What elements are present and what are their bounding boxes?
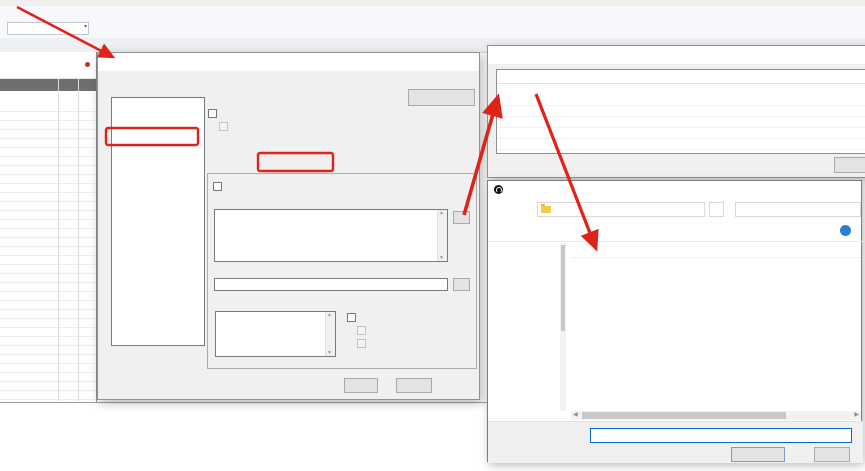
add-include-titlebar[interactable] <box>488 181 861 198</box>
category-list <box>111 97 205 346</box>
preprocessor-output-checkbox[interactable] <box>347 313 359 322</box>
navigation-sidebar <box>488 243 560 412</box>
scrollbar-thumb[interactable] <box>561 245 565 331</box>
file-list <box>571 243 861 411</box>
cancel-button[interactable] <box>396 378 432 393</box>
select-folder-button[interactable] <box>731 447 785 462</box>
workspace-tree-grid[interactable] <box>0 103 95 401</box>
include-directory-list <box>496 69 865 154</box>
grid-divider <box>78 79 79 401</box>
cancel-button[interactable] <box>814 447 850 462</box>
breakpoint-dot-icon <box>85 62 90 67</box>
horizontal-scrollbar[interactable]: ◀ ▶ <box>571 411 861 420</box>
click-to-add-row[interactable] <box>497 84 865 95</box>
refresh-icon[interactable] <box>709 202 724 217</box>
scrollbar-thumb[interactable] <box>582 412 786 419</box>
scroll-right-icon[interactable]: ▶ <box>854 412 859 419</box>
workspace-config-header[interactable] <box>0 79 96 91</box>
checkbox-icon <box>213 182 222 191</box>
edit-include-titlebar[interactable] <box>488 46 865 64</box>
add-include-dialog: ◀ ▶ <box>487 180 862 462</box>
find-combobox[interactable]: ▾ <box>7 22 89 35</box>
checkbox-icon <box>219 122 228 131</box>
defined-symbols-textarea[interactable]: ▲▼ <box>215 311 336 357</box>
folder-icon <box>541 206 551 213</box>
checkbox-icon <box>357 339 366 348</box>
grid-divider <box>58 79 59 401</box>
main-toolbar: ▾ <box>0 19 865 39</box>
preprocessor-tab-page: ▲▼ ▲▼ <box>207 173 477 369</box>
dialog-footer <box>488 421 863 463</box>
preserve-comments-checkbox <box>357 326 369 335</box>
workspace-pane <box>0 52 97 402</box>
address-bar <box>488 199 863 221</box>
options-dialog: ▲▼ ▲▼ <box>97 52 480 400</box>
folder-name-input[interactable] <box>590 428 852 443</box>
checkbox-icon <box>208 109 217 118</box>
empty-rows <box>497 95 865 154</box>
scroll-down-icon[interactable]: ▼ <box>327 350 332 356</box>
ignore-standard-include-checkbox[interactable] <box>213 182 225 191</box>
multi-file-compilation-checkbox[interactable] <box>208 109 220 118</box>
options-dialog-titlebar[interactable] <box>98 53 479 71</box>
file-list-header <box>571 243 861 258</box>
scroll-up-icon[interactable]: ▲ <box>439 210 444 216</box>
additional-include-textarea[interactable]: ▲▼ <box>214 209 448 262</box>
screenshot-root: ▾ <box>0 0 865 471</box>
help-icon[interactable] <box>840 225 851 236</box>
preinclude-input[interactable] <box>214 278 448 291</box>
browse-preinclude-button[interactable] <box>453 278 470 291</box>
scrollbar[interactable]: ▲▼ <box>325 312 335 356</box>
scroll-left-icon[interactable]: ◀ <box>573 412 578 419</box>
app-logo-icon <box>494 185 503 194</box>
ok-button[interactable] <box>834 157 865 173</box>
workspace-toolbar <box>0 52 96 79</box>
explorer-toolbar <box>488 221 863 242</box>
edit-include-dialog <box>487 45 865 178</box>
scroll-up-icon[interactable]: ▲ <box>327 312 332 318</box>
ok-button[interactable] <box>344 378 378 393</box>
factory-settings-button[interactable] <box>408 89 475 106</box>
breadcrumb[interactable] <box>537 202 705 217</box>
chevron-down-icon: ▾ <box>84 24 87 31</box>
include-directory-column-header <box>497 70 865 84</box>
scroll-down-icon[interactable]: ▼ <box>439 255 444 261</box>
generate-line-directives-checkbox <box>357 339 369 348</box>
checkbox-icon <box>347 313 356 322</box>
scrollbar[interactable]: ▲▼ <box>437 210 447 261</box>
discard-unused-publics-checkbox <box>219 122 231 131</box>
checkbox-icon <box>357 326 366 335</box>
sidebar-scrollbar[interactable] <box>560 243 566 411</box>
search-box[interactable] <box>735 202 861 217</box>
browse-include-dirs-button[interactable] <box>453 211 470 224</box>
menu-bar <box>0 6 865 19</box>
build-log-pane[interactable] <box>0 402 487 471</box>
